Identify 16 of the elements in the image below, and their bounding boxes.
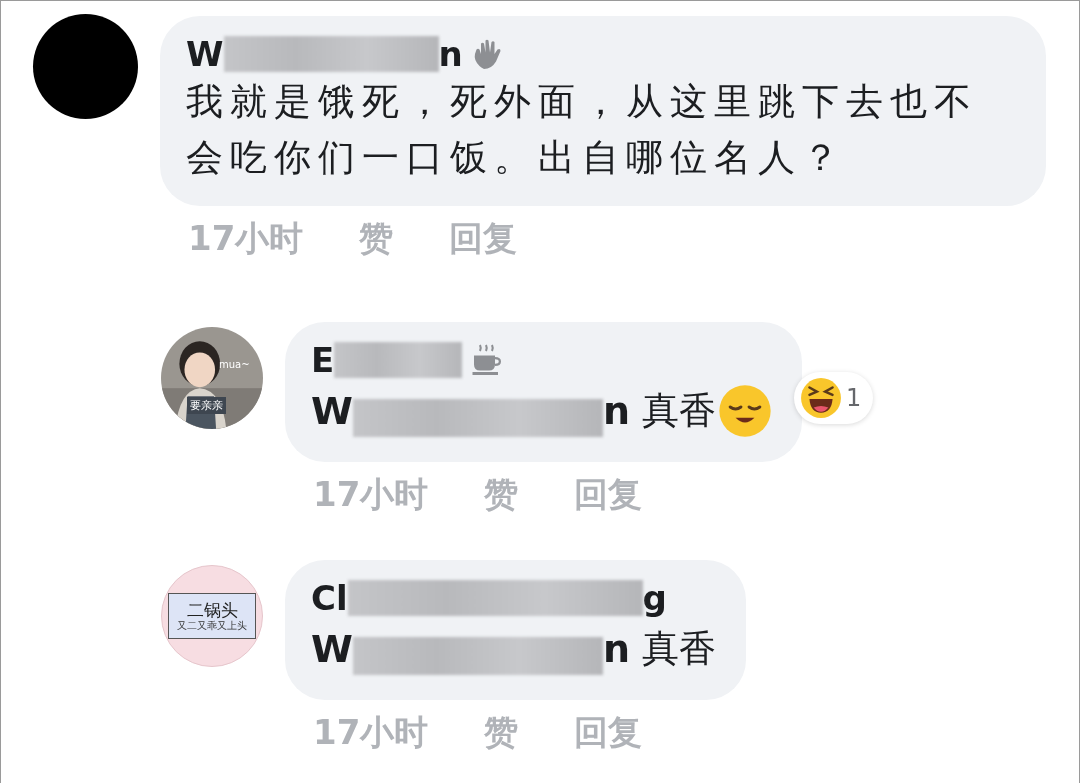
reaction-badge[interactable]: 1	[794, 372, 874, 424]
relieved-face-icon	[718, 384, 772, 438]
laughing-face-icon	[800, 377, 842, 419]
timestamp: 17小时	[313, 473, 429, 516]
comment-text: 真香	[642, 388, 716, 434]
comment-text: 我就是饿死，死外面，从这里跳下去也不会吃你们一口饭。出自哪位名人？	[186, 79, 979, 181]
reaction-count: 1	[846, 384, 862, 412]
logo-subtitle: 又二又乖又上头	[177, 619, 247, 631]
avatar[interactable]: 二锅头 又二又乖又上头	[161, 565, 263, 667]
timestamp: 17小时	[188, 217, 304, 260]
logo-title: 二锅头	[186, 601, 238, 620]
avatar[interactable]: mua~ 要亲亲	[161, 327, 263, 429]
timestamp: 17小时	[313, 711, 429, 754]
photo-caption: 要亲亲	[187, 397, 226, 414]
photo-caption: mua~	[219, 359, 250, 370]
comment-text: 真香	[642, 626, 716, 672]
